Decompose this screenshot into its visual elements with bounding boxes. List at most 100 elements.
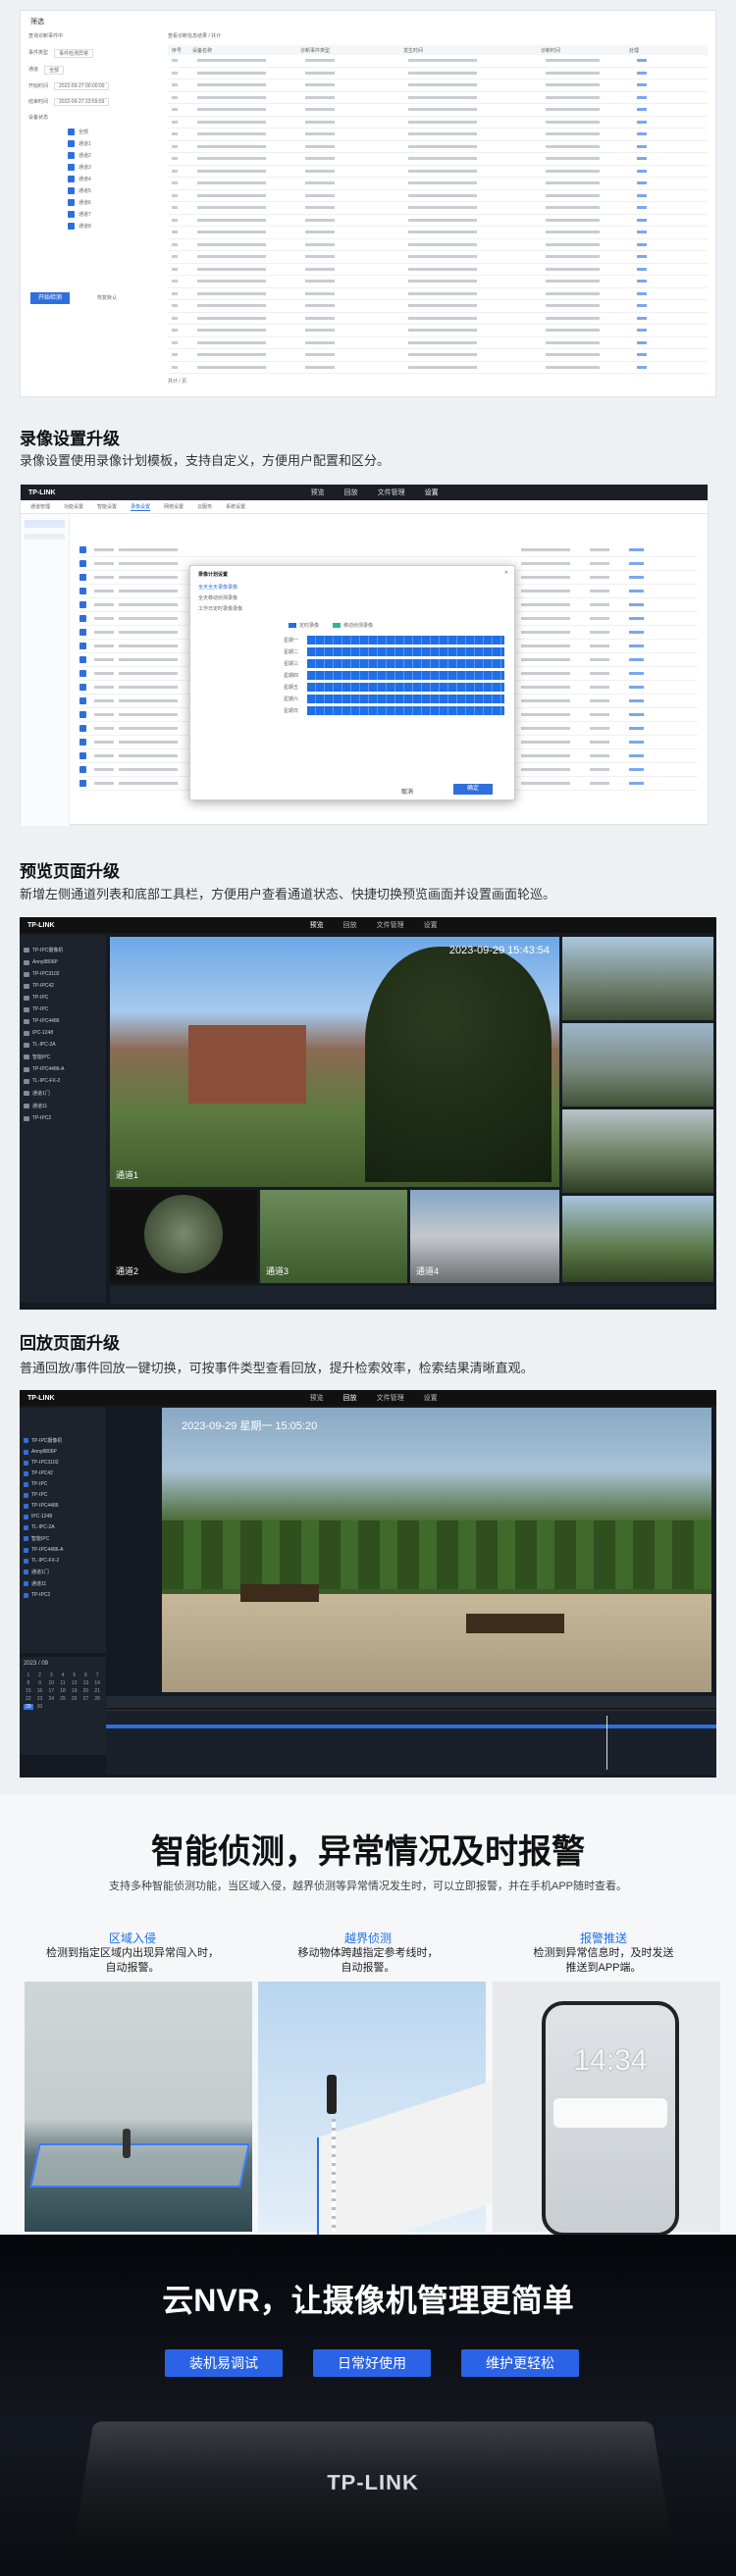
channel-select[interactable]: 全部 xyxy=(44,66,65,75)
end-time-input[interactable]: 2022-09-27 23:59:59 xyxy=(54,98,110,106)
nav-playback[interactable]: 回放 xyxy=(344,488,358,497)
table-cell[interactable] xyxy=(637,157,647,160)
playback-channel-item[interactable]: TL-IPC-FX-2 xyxy=(24,1558,102,1564)
schedule-bar[interactable] xyxy=(307,671,504,680)
video-tile[interactable]: 通道4 xyxy=(410,1190,559,1283)
playback-controls[interactable] xyxy=(106,1696,716,1708)
calendar-day[interactable]: 25 xyxy=(58,1696,68,1702)
table-cell[interactable] xyxy=(629,658,644,661)
schedule-grid[interactable]: 星期一 星期二 星期三 星期四 星期五 星期六 星期日 xyxy=(284,635,504,718)
checkbox[interactable] xyxy=(79,574,86,581)
playback-channel-item[interactable]: TP-IPC42 xyxy=(24,1470,102,1476)
calendar-day[interactable]: 12 xyxy=(70,1680,79,1686)
schedule-bar[interactable] xyxy=(307,636,504,644)
table-cell[interactable] xyxy=(629,548,644,551)
table-cell[interactable] xyxy=(629,631,644,634)
tab-system[interactable]: 系统设置 xyxy=(226,503,245,510)
calendar-day[interactable]: 4 xyxy=(58,1673,68,1678)
calendar-day[interactable]: 28 xyxy=(92,1696,102,1702)
table-cell[interactable] xyxy=(637,181,647,184)
modal-ok-button[interactable]: 确定 xyxy=(453,784,493,795)
table-cell[interactable] xyxy=(629,672,644,675)
table-cell[interactable] xyxy=(629,686,644,689)
playback-channel-item[interactable]: TP-IPC3102 xyxy=(24,1460,102,1466)
timeline[interactable] xyxy=(106,1710,716,1775)
table-cell[interactable] xyxy=(637,218,647,222)
channel-list-item[interactable]: TP-IPC42 xyxy=(24,983,102,989)
table-cell[interactable] xyxy=(637,95,647,99)
table-cell[interactable] xyxy=(629,617,644,620)
calendar-day[interactable]: 21 xyxy=(92,1688,102,1694)
calendar-day[interactable]: 5 xyxy=(70,1673,79,1678)
video-tile[interactable] xyxy=(562,937,713,1020)
table-cell[interactable] xyxy=(637,206,647,209)
channel-list-item[interactable]: 通道11 xyxy=(24,1103,102,1109)
table-cell[interactable] xyxy=(637,365,647,369)
nav-preview[interactable]: 预览 xyxy=(310,920,324,930)
checkbox[interactable] xyxy=(79,684,86,691)
nav-files[interactable]: 文件管理 xyxy=(378,488,405,497)
calendar-day[interactable]: 15 xyxy=(24,1688,33,1694)
table-cell[interactable] xyxy=(629,562,644,565)
checkbox[interactable] xyxy=(79,766,86,773)
table-cell[interactable] xyxy=(637,329,647,332)
table-cell[interactable] xyxy=(637,71,647,75)
table-cell[interactable] xyxy=(637,231,647,233)
table-cell[interactable] xyxy=(629,741,644,744)
schedule-row[interactable]: 星期五 xyxy=(284,682,504,693)
table-cell[interactable] xyxy=(637,83,647,86)
playback-channel-item[interactable]: TP-IPC2 xyxy=(24,1592,102,1598)
video-tile[interactable]: 通道2 xyxy=(110,1190,257,1283)
easy-maintain-button[interactable]: 维护更轻松 xyxy=(461,2349,579,2377)
nav-playback[interactable]: 回放 xyxy=(343,920,357,930)
bottom-toolbar[interactable] xyxy=(110,1286,713,1304)
checkbox[interactable] xyxy=(79,656,86,663)
calendar-day[interactable]: 13 xyxy=(81,1680,91,1686)
table-cell[interactable] xyxy=(637,316,647,320)
channel-list-item[interactable]: IPC-1248 xyxy=(24,1030,102,1036)
calendar-day[interactable]: 29 xyxy=(24,1704,33,1710)
channel-list-item[interactable]: Anny8806P xyxy=(24,959,102,965)
main-video[interactable]: 2023-09-29 15:43:54 通道1 xyxy=(110,937,559,1187)
checkbox[interactable] xyxy=(79,670,86,677)
calendar-day[interactable]: 17 xyxy=(46,1688,56,1694)
table-cell[interactable] xyxy=(637,132,647,135)
start-time-input[interactable]: 2022-09-27 00:00:00 xyxy=(54,82,110,90)
playback-channel-item[interactable]: TP-IPC摄像机 xyxy=(24,1437,102,1444)
calendar-day[interactable]: 23 xyxy=(35,1696,45,1702)
schedule-bar[interactable] xyxy=(307,695,504,703)
calendar-day[interactable]: 20 xyxy=(81,1688,91,1694)
channel-list-item[interactable]: TP-IPC4486 xyxy=(24,1018,102,1024)
calendar-day[interactable]: 9 xyxy=(35,1680,45,1686)
playback-channel-item[interactable]: Anny8806P xyxy=(24,1449,102,1455)
schedule-row[interactable]: 星期日 xyxy=(284,705,504,716)
calendar-day[interactable]: 22 xyxy=(24,1696,33,1702)
checkbox-item[interactable]: 通道7 xyxy=(68,211,156,218)
table-cell[interactable] xyxy=(637,59,647,62)
channel-list-item[interactable]: 通道1门 xyxy=(24,1090,102,1097)
checkbox[interactable] xyxy=(68,164,75,171)
table-cell[interactable] xyxy=(629,713,644,716)
calendar-day[interactable]: 24 xyxy=(46,1696,56,1702)
nav-files[interactable]: 文件管理 xyxy=(377,920,404,930)
checkbox[interactable] xyxy=(24,1503,28,1509)
channel-list-item[interactable]: TP-IPC3102 xyxy=(24,971,102,977)
table-cell[interactable] xyxy=(637,169,647,173)
table-cell[interactable] xyxy=(637,267,647,271)
playback-channel-item[interactable]: TP-IPC4486 xyxy=(24,1503,102,1509)
nav-settings[interactable]: 设置 xyxy=(425,488,439,497)
checkbox[interactable] xyxy=(24,1492,28,1498)
checkbox[interactable] xyxy=(79,711,86,718)
calendar-day[interactable]: 11 xyxy=(58,1680,68,1686)
table-cell[interactable] xyxy=(629,644,644,647)
table-cell[interactable] xyxy=(637,291,647,295)
channel-list-item[interactable]: TP-IPC xyxy=(24,1006,102,1012)
checkbox[interactable] xyxy=(79,739,86,746)
checkbox[interactable] xyxy=(24,1558,28,1564)
checkbox-item[interactable]: 通道4 xyxy=(68,176,156,182)
calendar-day[interactable]: 7 xyxy=(92,1673,102,1678)
channel-list-item[interactable]: TP-IPC2 xyxy=(24,1115,102,1121)
table-cell[interactable] xyxy=(637,340,647,344)
checkbox[interactable] xyxy=(68,176,75,182)
video-tile[interactable]: 通道3 xyxy=(260,1190,407,1283)
